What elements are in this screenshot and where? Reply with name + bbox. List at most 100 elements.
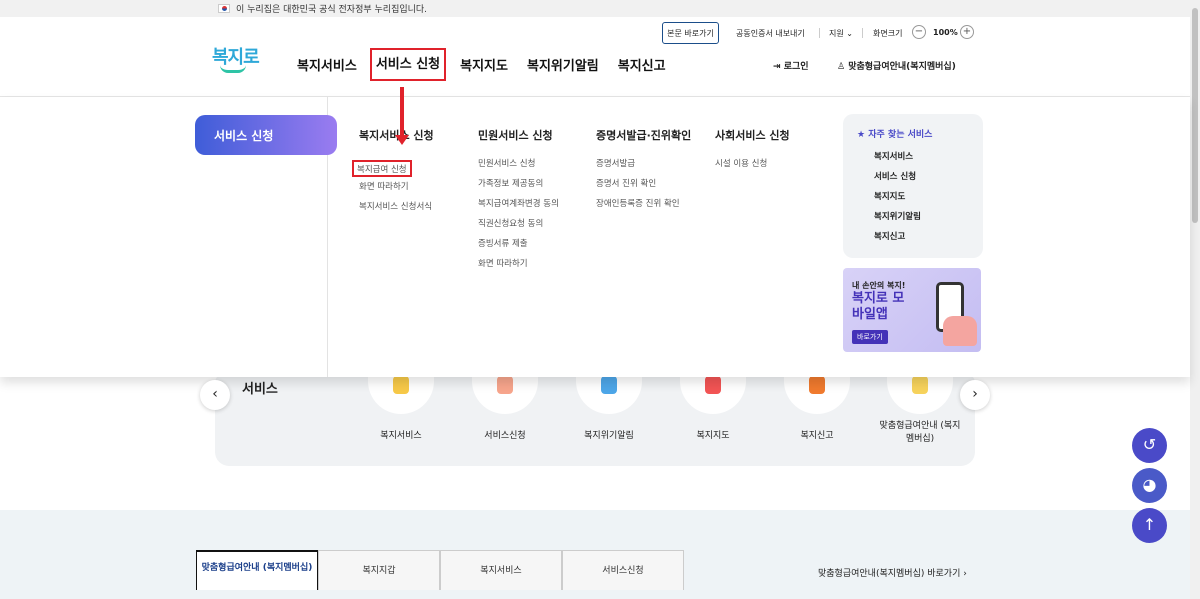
column-title: 증명서발급·진위확인 <box>596 129 692 142</box>
carousel-next-button[interactable]: › <box>960 380 990 410</box>
service-item[interactable]: 복지서비스 <box>356 376 446 441</box>
carousel-prev-button[interactable]: ‹ <box>200 380 230 410</box>
history-fab-button[interactable]: ↺ <box>1132 428 1167 463</box>
faq-item[interactable]: 서비스 신청 <box>874 170 983 190</box>
login-link[interactable]: ⇥ 로그인 <box>773 59 809 72</box>
faq-item[interactable]: 복지신고 <box>874 230 983 250</box>
support-dropdown[interactable]: 지원 ⌄ <box>829 28 853 39</box>
gov-notice-text: 이 누리집은 대한민국 공식 전자정부 누리집입니다. <box>236 5 428 15</box>
service-label: 서비스신청 <box>484 431 526 441</box>
zoom-out-button[interactable]: − <box>912 25 926 39</box>
menu-column-certificate: 증명서발급·진위확인 증명서발급 증명서 진위 확인 장애인등록증 진위 확인 <box>596 127 691 217</box>
menu-item[interactable]: 가족정보 제공동의 <box>478 177 559 197</box>
membership-icon <box>887 376 953 414</box>
banner-title: 복지로 모바일앱 <box>852 291 905 322</box>
menu-column-social-service: 사회서비스 신청 시설 이용 신청 <box>715 127 790 177</box>
service-label: 복지서비스 <box>380 431 422 441</box>
service-item[interactable]: 복지위기알림 <box>564 376 654 441</box>
menu-item[interactable]: 장애인등록증 진위 확인 <box>596 197 691 217</box>
scrollbar-thumb[interactable] <box>1192 8 1198 223</box>
faq-title-text: 자주 찾는 서비스 <box>868 130 933 140</box>
login-icon: ⇥ <box>773 62 781 72</box>
main-navigation: 복지서비스 서비스 신청 복지지도 복지위기알림 복지신고 <box>297 48 685 81</box>
site-logo[interactable]: 복지로 <box>212 43 260 73</box>
gnb-welfare-service[interactable]: 복지서비스 <box>297 55 357 81</box>
menu-item[interactable]: 복지급여계좌변경 동의 <box>478 197 559 217</box>
menu-column-civil-apply: 민원서비스 신청 민원서비스 신청 가족정보 제공동의 복지급여계좌변경 동의 … <box>478 127 559 277</box>
site-header: 복지로 본문 바로가기 공동인증서 내보내기 지원 ⌄ 화면크기 − 100% … <box>0 17 1190 97</box>
menu-item[interactable]: 민원서비스 신청 <box>478 157 559 177</box>
mobile-app-banner[interactable]: 내 손안의 복지! 복지로 모바일앱 바로가기 <box>843 268 981 352</box>
service-item[interactable]: 서비스신청 <box>460 376 550 441</box>
crisis-alert-icon <box>576 376 642 414</box>
support-label: 지원 <box>829 29 844 38</box>
chevron-down-icon: ⌄ <box>846 29 853 38</box>
mega-menu-panel: 서비스 신청 복지서비스 신청 복지급여 신청 화면 따라하기 복지서비스 신청… <box>0 87 1190 377</box>
scroll-top-button[interactable]: ↑ <box>1132 508 1167 543</box>
membership-label: 맞춤형급여안내(복지멤버십) <box>848 62 956 72</box>
gov-notice-bar: 이 누리집은 대한민국 공식 전자정부 누리집입니다. <box>0 0 1190 17</box>
menu-item[interactable]: 직권신청요청 동의 <box>478 217 559 237</box>
service-apply-icon <box>472 376 538 414</box>
menu-item[interactable]: 증빙서류 제출 <box>478 237 559 257</box>
faq-title: ★ 자주 찾는 서비스 <box>857 127 983 140</box>
welfare-service-icon <box>368 376 434 414</box>
service-item[interactable]: 맞춤형급여안내 (복지멤버십) <box>876 376 964 444</box>
service-item[interactable]: 복지지도 <box>668 376 758 441</box>
chatbot-icon: ◕ <box>1142 475 1157 494</box>
banner-tagline: 내 손안의 복지! <box>852 281 906 290</box>
menu-item[interactable]: 화면 따라하기 <box>359 180 434 200</box>
tab-welfare-service[interactable]: 복지서비스 <box>440 550 562 590</box>
history-icon: ↺ <box>1142 435 1157 454</box>
faq-item[interactable]: 복지지도 <box>874 190 983 210</box>
util-divider <box>819 28 820 38</box>
chatbot-fab-button[interactable]: ◕ <box>1132 468 1167 503</box>
menu-item[interactable]: 증명서 진위 확인 <box>596 177 691 197</box>
tab-wallet[interactable]: 복지지갑 <box>318 550 440 590</box>
logo-smile-icon <box>220 65 246 73</box>
bottom-tabs: 맞춤형급여안내 (복지멤버십) 복지지갑 복지서비스 서비스신청 <box>196 550 684 590</box>
service-label: 맞춤형급여안내 (복지멤버십) <box>879 421 961 444</box>
tab-membership[interactable]: 맞춤형급여안내 (복지멤버십) <box>196 550 318 590</box>
menu-item[interactable]: 복지서비스 신청서식 <box>359 200 434 220</box>
membership-more-link[interactable]: 맞춤형급여안내(복지멤버십) 바로가기 › <box>818 566 967 579</box>
hand-illustration <box>943 316 977 346</box>
zoom-in-button[interactable]: + <box>960 25 974 39</box>
skip-label: 본문 바로가기 <box>667 28 714 38</box>
service-label: 복지지도 <box>696 431 730 441</box>
skip-to-content-button[interactable]: 본문 바로가기 <box>662 22 719 44</box>
cert-export-link[interactable]: 공동인증서 내보내기 <box>736 28 805 39</box>
menu-item-benefit-apply[interactable]: 복지급여 신청 <box>352 160 412 177</box>
korea-flag-icon <box>218 4 230 13</box>
faq-box: ★ 자주 찾는 서비스 복지서비스 서비스 신청 복지지도 복지위기알림 복지신… <box>843 114 983 258</box>
column-title: 민원서비스 신청 <box>478 129 553 142</box>
arrow-up-icon: ↑ <box>1142 515 1157 534</box>
faq-item[interactable]: 복지서비스 <box>874 150 983 170</box>
star-icon: ★ <box>857 130 866 140</box>
column-title: 사회서비스 신청 <box>715 129 790 142</box>
gnb-crisis-alert[interactable]: 복지위기알림 <box>527 55 599 81</box>
login-label: 로그인 <box>783 62 809 72</box>
zoom-value: 100% <box>933 28 958 37</box>
banner-button[interactable]: 바로가기 <box>852 330 888 344</box>
gnb-welfare-map[interactable]: 복지지도 <box>460 55 508 81</box>
page-scrollbar[interactable] <box>1190 0 1200 599</box>
menu-item[interactable]: 증명서발급 <box>596 157 691 177</box>
service-label: 복지위기알림 <box>584 431 634 441</box>
tab-service-apply[interactable]: 서비스신청 <box>562 550 684 590</box>
mega-side-title: 서비스 신청 <box>195 115 337 155</box>
annotation-arrow <box>395 87 409 145</box>
membership-link[interactable]: ♙ 맞춤형급여안내(복지멤버십) <box>837 59 956 72</box>
gnb-service-apply[interactable]: 서비스 신청 <box>369 48 447 81</box>
menu-item[interactable]: 시설 이용 신청 <box>715 157 790 177</box>
siren-icon <box>784 376 850 414</box>
user-icon: ♙ <box>837 62 846 72</box>
font-size-label: 화면크기 <box>873 29 903 38</box>
welfare-map-icon <box>680 376 746 414</box>
gnb-welfare-report[interactable]: 복지신고 <box>618 55 666 81</box>
service-section-title: 서비스 <box>242 382 278 397</box>
service-item[interactable]: 복지신고 <box>772 376 862 441</box>
util-divider <box>862 28 863 38</box>
faq-item[interactable]: 복지위기알림 <box>874 210 983 230</box>
menu-item[interactable]: 화면 따라하기 <box>478 257 559 277</box>
